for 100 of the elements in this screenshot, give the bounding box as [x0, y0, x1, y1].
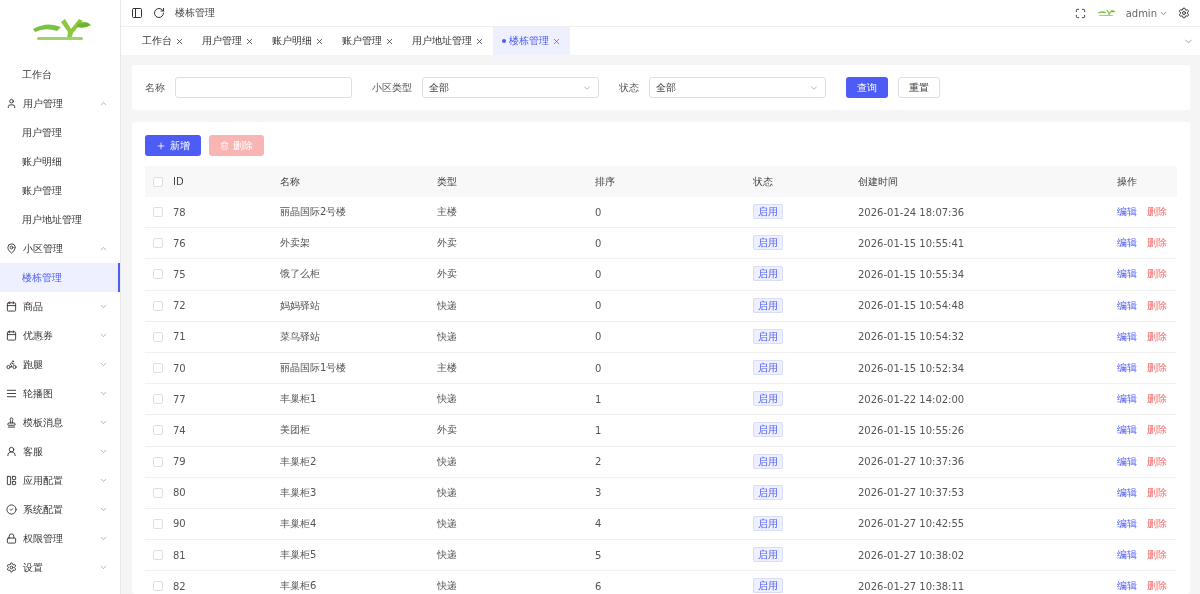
edit-link[interactable]: 编辑: [1117, 516, 1137, 531]
close-icon[interactable]: [245, 36, 254, 46]
checkbox[interactable]: [153, 550, 163, 561]
delete-link[interactable]: 删除: [1147, 267, 1167, 282]
delete-link[interactable]: 删除: [1147, 392, 1167, 407]
checkbox[interactable]: [153, 518, 163, 529]
sidebar-item[interactable]: 用户管理: [0, 118, 120, 147]
sidebar-item[interactable]: 跑腿: [0, 350, 120, 379]
column-header: 名称: [280, 174, 301, 189]
sidebar-item[interactable]: 工作台: [0, 60, 120, 89]
delete-link[interactable]: 删除: [1147, 454, 1167, 469]
sidebar-item[interactable]: 模板消息: [0, 408, 120, 437]
menu-icon: [6, 475, 17, 486]
delete-link[interactable]: 删除: [1147, 579, 1167, 594]
settings-icon[interactable]: [1178, 7, 1190, 19]
delete-link[interactable]: 删除: [1147, 485, 1167, 500]
checkbox[interactable]: [153, 394, 163, 405]
chevron-down-icon: [99, 302, 108, 311]
delete-link[interactable]: 删除: [1147, 205, 1167, 220]
page-tab[interactable]: 工作台: [133, 27, 193, 55]
edit-link[interactable]: 编辑: [1117, 423, 1137, 438]
delete-link[interactable]: 删除: [1147, 361, 1167, 376]
chevron-down-icon: [99, 563, 108, 572]
edit-link[interactable]: 编辑: [1117, 454, 1137, 469]
chevron-down-icon: [99, 418, 108, 427]
column-header: 创建时间: [858, 174, 899, 189]
page-tab[interactable]: 用户地址管理: [403, 27, 493, 55]
column-header: 状态: [753, 174, 774, 189]
close-icon[interactable]: [315, 36, 324, 46]
checkbox[interactable]: [153, 238, 163, 249]
refresh-icon[interactable]: [153, 7, 165, 19]
page-tab[interactable]: 账户明细: [263, 27, 333, 55]
table-cell-text: 2026-01-15 10:55:26: [858, 424, 966, 436]
select-field[interactable]: 全部: [649, 77, 826, 98]
sidebar-item[interactable]: 客服: [0, 437, 120, 466]
sidebar-item[interactable]: 账户管理: [0, 176, 120, 205]
table-cell-text: 77: [173, 393, 187, 405]
checkbox[interactable]: [153, 331, 163, 342]
sidebar-item[interactable]: 权限管理: [0, 524, 120, 553]
delete-link[interactable]: 删除: [1147, 329, 1167, 344]
checkbox[interactable]: [153, 269, 163, 280]
edit-link[interactable]: 编辑: [1117, 548, 1137, 563]
checkbox[interactable]: [153, 581, 163, 592]
sidebar-item[interactable]: 应用配置: [0, 466, 120, 495]
checkbox[interactable]: [153, 176, 163, 187]
delete-link[interactable]: 删除: [1147, 298, 1167, 313]
edit-link[interactable]: 编辑: [1117, 485, 1137, 500]
checkbox[interactable]: [153, 207, 163, 218]
sidebar-toggle-icon[interactable]: [131, 7, 143, 19]
sidebar-item[interactable]: 小区管理: [0, 234, 120, 263]
close-icon[interactable]: [175, 36, 184, 46]
delete-link[interactable]: 删除: [1147, 236, 1167, 251]
page-tab[interactable]: 账户管理: [333, 27, 403, 55]
edit-link[interactable]: 编辑: [1117, 392, 1137, 407]
page-tab[interactable]: 楼栋管理: [493, 27, 570, 55]
table-cell-text: 丰巢柜3: [280, 485, 318, 500]
checkbox[interactable]: [153, 363, 163, 374]
table-cell-text: 丽晶国际1号楼: [280, 361, 348, 376]
table-cell-text: 饿了么柜: [280, 267, 321, 282]
close-icon[interactable]: [475, 36, 484, 46]
menu-icon: [6, 446, 17, 457]
user-menu[interactable]: admin: [1125, 7, 1168, 19]
select-field[interactable]: 全部: [422, 77, 599, 98]
table-cell-text: 2026-01-15 10:55:41: [858, 237, 966, 249]
edit-link[interactable]: 编辑: [1117, 579, 1137, 594]
sidebar-item[interactable]: 设置: [0, 553, 120, 582]
add-button[interactable]: 新增: [145, 135, 201, 156]
sidebar-item[interactable]: 用户地址管理: [0, 205, 120, 234]
sidebar-item[interactable]: 用户管理: [0, 89, 120, 118]
edit-link[interactable]: 编辑: [1117, 298, 1137, 313]
close-icon[interactable]: [385, 36, 394, 46]
filter-label: 小区类型: [372, 80, 412, 95]
page-tab[interactable]: 用户管理: [193, 27, 263, 55]
search-button[interactable]: 查询: [846, 77, 888, 98]
name-input[interactable]: [175, 77, 352, 98]
edit-link[interactable]: 编辑: [1117, 361, 1137, 376]
sidebar-item[interactable]: 系统配置: [0, 495, 120, 524]
close-icon[interactable]: [552, 36, 561, 46]
fullscreen-icon[interactable]: [1074, 7, 1086, 19]
delete-link[interactable]: 删除: [1147, 548, 1167, 563]
checkbox[interactable]: [153, 487, 163, 498]
edit-link[interactable]: 编辑: [1117, 267, 1137, 282]
delete-link[interactable]: 删除: [1147, 423, 1167, 438]
sidebar-item[interactable]: 轮播图: [0, 379, 120, 408]
edit-link[interactable]: 编辑: [1117, 205, 1137, 220]
delete-link[interactable]: 删除: [1147, 516, 1167, 531]
sidebar-item[interactable]: 商品: [0, 292, 120, 321]
checkbox[interactable]: [153, 300, 163, 311]
table-cell-text: 71: [173, 331, 187, 343]
chevron-down-icon: [99, 389, 108, 398]
edit-link[interactable]: 编辑: [1117, 329, 1137, 344]
checkbox[interactable]: [153, 425, 163, 436]
edit-link[interactable]: 编辑: [1117, 236, 1137, 251]
sidebar-item[interactable]: 楼栋管理: [0, 263, 120, 292]
sidebar-item[interactable]: 优惠券: [0, 321, 120, 350]
table-cell-text: 快递: [437, 329, 458, 344]
sidebar-item[interactable]: 账户明细: [0, 147, 120, 176]
reset-button[interactable]: 重置: [898, 77, 940, 98]
table-cell-text: 80: [173, 487, 187, 499]
checkbox[interactable]: [153, 456, 163, 467]
